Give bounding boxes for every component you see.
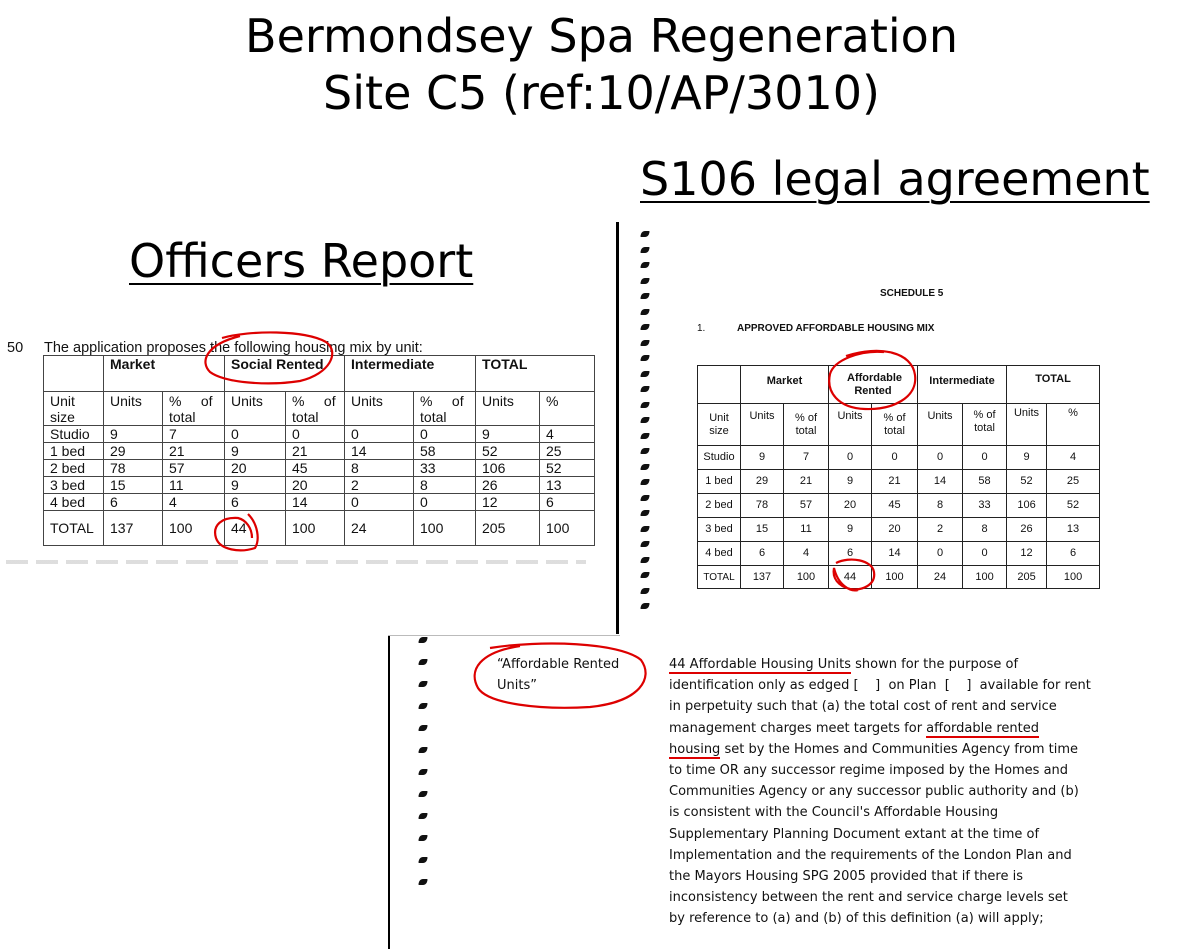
- red-annotations: [204, 331, 917, 709]
- annotation-circle-social-rented: [204, 331, 334, 385]
- annotation-circle-44-s106: [832, 558, 876, 592]
- annotation-circle-affordable-rented: [828, 349, 917, 411]
- annotation-circle-definition-term: [473, 642, 647, 709]
- annotation-circle-44: [214, 513, 259, 552]
